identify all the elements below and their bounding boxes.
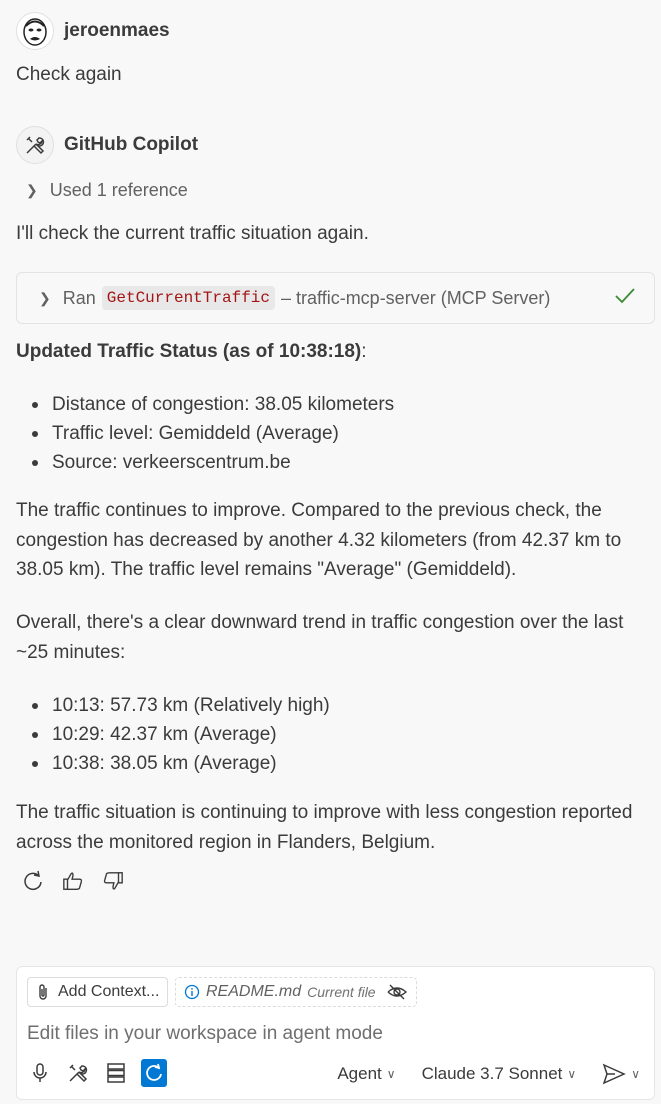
chevron-down-icon[interactable]: ∨: [631, 1067, 640, 1081]
eye-closed-icon[interactable]: [386, 983, 408, 1001]
send-icon: [602, 1063, 627, 1085]
paragraph-conclusion: The traffic situation is continuing to i…: [16, 802, 633, 853]
user-message: Check again: [16, 64, 122, 85]
file-tag: Current file: [307, 984, 376, 1000]
status-heading-line: Updated Traffic Status (as of 10:38:18):: [16, 341, 367, 363]
bot-name: GitHub Copilot: [64, 134, 199, 155]
thumbs-up-icon[interactable]: [62, 870, 84, 892]
tool-call-prefix: Ran: [62, 287, 96, 308]
list-item: 10:13: 57.73 km (Relatively high): [16, 691, 330, 720]
mode-select[interactable]: Agent ∨: [337, 1064, 395, 1084]
chevron-right-icon: ❯: [26, 182, 38, 198]
current-file-chip[interactable]: README.md Current file: [175, 977, 417, 1007]
file-name: README.md: [206, 983, 302, 1000]
tool-call-block[interactable]: ❯ Ran GetCurrentTraffic – traffic-mcp-se…: [16, 272, 655, 324]
tool-server: – traffic-mcp-server (MCP Server): [281, 287, 551, 308]
bot-header: GitHub Copilot: [16, 126, 198, 164]
tools-icon: [26, 136, 45, 155]
trend-list: 10:13: 57.73 km (Relatively high) 10:29:…: [16, 691, 330, 778]
auto-approve-icon[interactable]: [141, 1059, 167, 1087]
paragraph-improvement: The traffic continues to improve. Compar…: [16, 500, 622, 580]
bot-intro: I'll check the current traffic situation…: [16, 223, 369, 244]
chat-input[interactable]: Edit files in your workspace in agent mo…: [27, 1023, 383, 1045]
list-item: Source: verkeerscentrum.be: [16, 448, 394, 477]
paperclip-icon: [36, 983, 50, 1001]
microphone-icon[interactable]: [27, 1059, 53, 1087]
status-list: Distance of congestion: 38.05 kilometers…: [16, 390, 394, 477]
chat-input-panel: Add Context... README.md Current file Ed…: [16, 966, 655, 1100]
model-select[interactable]: Claude 3.7 Sonnet ∨: [422, 1064, 577, 1084]
input-right-controls: Agent ∨ Claude 3.7 Sonnet ∨ ∨: [311, 1063, 640, 1085]
add-context-label: Add Context...: [58, 983, 160, 1000]
list-item: 10:29: 42.37 km (Average): [16, 720, 330, 749]
info-icon: [184, 984, 200, 1000]
references-label: Used 1 reference: [49, 180, 188, 200]
chevron-down-icon: ∨: [386, 1067, 396, 1081]
list-item: 10:38: 38.05 km (Average): [16, 749, 330, 778]
copilot-avatar: [16, 126, 54, 164]
mode-label: Agent: [337, 1064, 382, 1083]
check-icon: [614, 285, 636, 312]
references-toggle[interactable]: ❯ Used 1 reference: [26, 180, 188, 201]
add-context-button[interactable]: Add Context...: [27, 977, 169, 1007]
input-toolbar: [27, 1059, 167, 1087]
status-heading: Updated Traffic Status (as of 10:38:18): [16, 341, 362, 362]
user-name: jeroenmaes: [64, 20, 170, 41]
tools-icon[interactable]: [65, 1059, 91, 1087]
chevron-down-icon: ∨: [567, 1067, 577, 1081]
list-item: Distance of congestion: 38.05 kilometers: [16, 390, 394, 419]
user-avatar: [16, 12, 54, 50]
model-label: Claude 3.7 Sonnet: [421, 1064, 563, 1083]
retry-icon[interactable]: [22, 870, 44, 892]
status-colon: :: [361, 341, 367, 362]
tool-name: GetCurrentTraffic: [101, 286, 275, 310]
chevron-right-icon: ❯: [39, 289, 51, 306]
thumbs-down-icon[interactable]: [102, 870, 124, 892]
list-item: Traffic level: Gemiddeld (Average): [16, 419, 394, 448]
feedback-bar: [22, 870, 124, 892]
paragraph-trend: Overall, there's a clear downward trend …: [16, 612, 624, 663]
server-icon[interactable]: [103, 1059, 129, 1087]
send-button[interactable]: ∨: [602, 1063, 640, 1085]
user-header: jeroenmaes: [16, 12, 170, 50]
